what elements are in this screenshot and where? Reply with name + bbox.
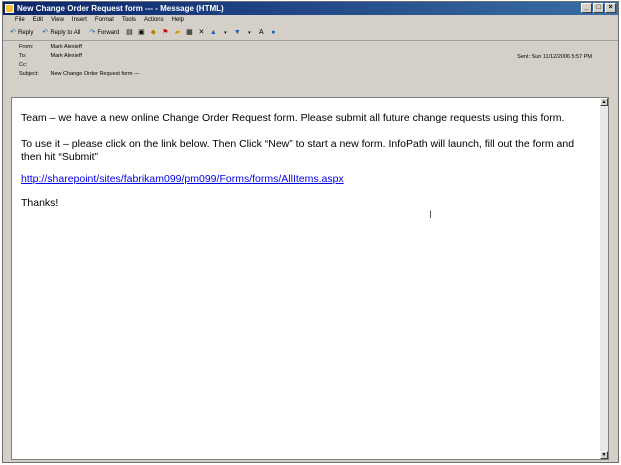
reply-all-button[interactable]: ↶ Reply to All (39, 28, 82, 39)
save-icon[interactable]: ▣ (137, 29, 145, 37)
message-line-instructions-cont: then hit “Submit” (21, 151, 99, 163)
scroll-down-button[interactable]: ▼ (600, 451, 608, 459)
menu-bar: File Edit View Insert Format Tools Actio… (3, 15, 618, 26)
text-cursor-icon: I (429, 209, 433, 221)
message-body[interactable]: Team – we have a new online Change Order… (11, 97, 609, 460)
print-icon[interactable]: ▤ (125, 29, 133, 37)
font-size-icon[interactable]: A (257, 29, 265, 37)
reply-icon: ↶ (10, 29, 16, 36)
message-icon (5, 4, 14, 13)
move-folder-icon[interactable]: ▰ (173, 29, 181, 37)
reply-all-label: Reply to All (50, 30, 81, 36)
menu-file[interactable]: File (15, 15, 25, 26)
menu-format[interactable]: Format (95, 15, 114, 26)
window-controls: _ □ × (581, 3, 616, 13)
forward-label: Forward (97, 30, 120, 36)
next-item-icon[interactable]: ▼ (233, 29, 241, 37)
menu-insert[interactable]: Insert (72, 15, 87, 26)
forward-button[interactable]: ↷ Forward (86, 28, 121, 39)
menu-help[interactable]: Help (172, 15, 184, 26)
to-label: To: (19, 53, 27, 59)
message-header: From: Mark Alexieff To: Mark Alexieff Cc… (3, 41, 618, 96)
sent-label: Sent: (517, 54, 531, 60)
message-closing: Thanks! (21, 197, 59, 209)
subject-value: New Change Order Request form --- (50, 71, 140, 77)
to-value[interactable]: Mark Alexieff (51, 53, 82, 59)
next-dropdown-icon[interactable]: ▾ (245, 29, 253, 37)
vertical-scrollbar[interactable]: ▲ ▼ (600, 98, 608, 459)
maximize-button[interactable]: □ (593, 3, 604, 13)
window-title: New Change Order Request form --- - Mess… (17, 4, 224, 13)
categorize-icon[interactable]: ◆ (149, 29, 157, 37)
previous-dropdown-icon[interactable]: ▾ (221, 29, 229, 37)
toolbar: ↶ Reply ↶ Reply to All ↷ Forward ▤ ▣ ◆ ⚑… (3, 26, 618, 41)
sent-row: Sent: Sun 11/12/2006 5:57 PM (517, 54, 592, 60)
menu-tools[interactable]: Tools (122, 15, 136, 26)
help-icon[interactable]: ● (269, 29, 277, 37)
reply-all-icon: ↶ (42, 29, 49, 36)
rules-icon[interactable]: ▦ (185, 29, 193, 37)
subject-row: Subject: New Change Order Request form -… (19, 70, 139, 78)
menu-view[interactable]: View (51, 15, 64, 26)
sent-value: Sun 11/12/2006 5:57 PM (531, 54, 592, 60)
to-row: To: Mark Alexieff (19, 52, 82, 60)
menu-edit[interactable]: Edit (33, 15, 43, 26)
title-bar: New Change Order Request form --- - Mess… (3, 2, 618, 15)
subject-label: Subject: (19, 71, 39, 77)
cc-row: Cc: (19, 61, 49, 69)
forward-icon: ↷ (89, 29, 96, 36)
reply-label: Reply (18, 30, 34, 36)
minimize-button[interactable]: _ (581, 3, 592, 13)
previous-item-icon[interactable]: ▲ (209, 29, 217, 37)
from-row: From: Mark Alexieff (19, 43, 82, 51)
reply-button[interactable]: ↶ Reply (7, 28, 35, 39)
flag-icon[interactable]: ⚑ (161, 29, 169, 37)
message-window: New Change Order Request form --- - Mess… (2, 1, 619, 463)
from-value[interactable]: Mark Alexieff (51, 44, 82, 50)
cc-label: Cc: (19, 62, 28, 68)
from-label: From: (19, 44, 34, 50)
message-line-intro: Team – we have a new online Change Order… (21, 112, 565, 124)
message-line-instructions: To use it – please click on the link bel… (21, 138, 575, 150)
sharepoint-link[interactable]: http://sharepoint/sites/fabrikam099/pm09… (21, 173, 344, 185)
close-button[interactable]: × (605, 3, 616, 13)
scroll-up-button[interactable]: ▲ (600, 98, 608, 106)
delete-icon[interactable]: ✕ (197, 29, 205, 37)
menu-actions[interactable]: Actions (144, 15, 164, 26)
